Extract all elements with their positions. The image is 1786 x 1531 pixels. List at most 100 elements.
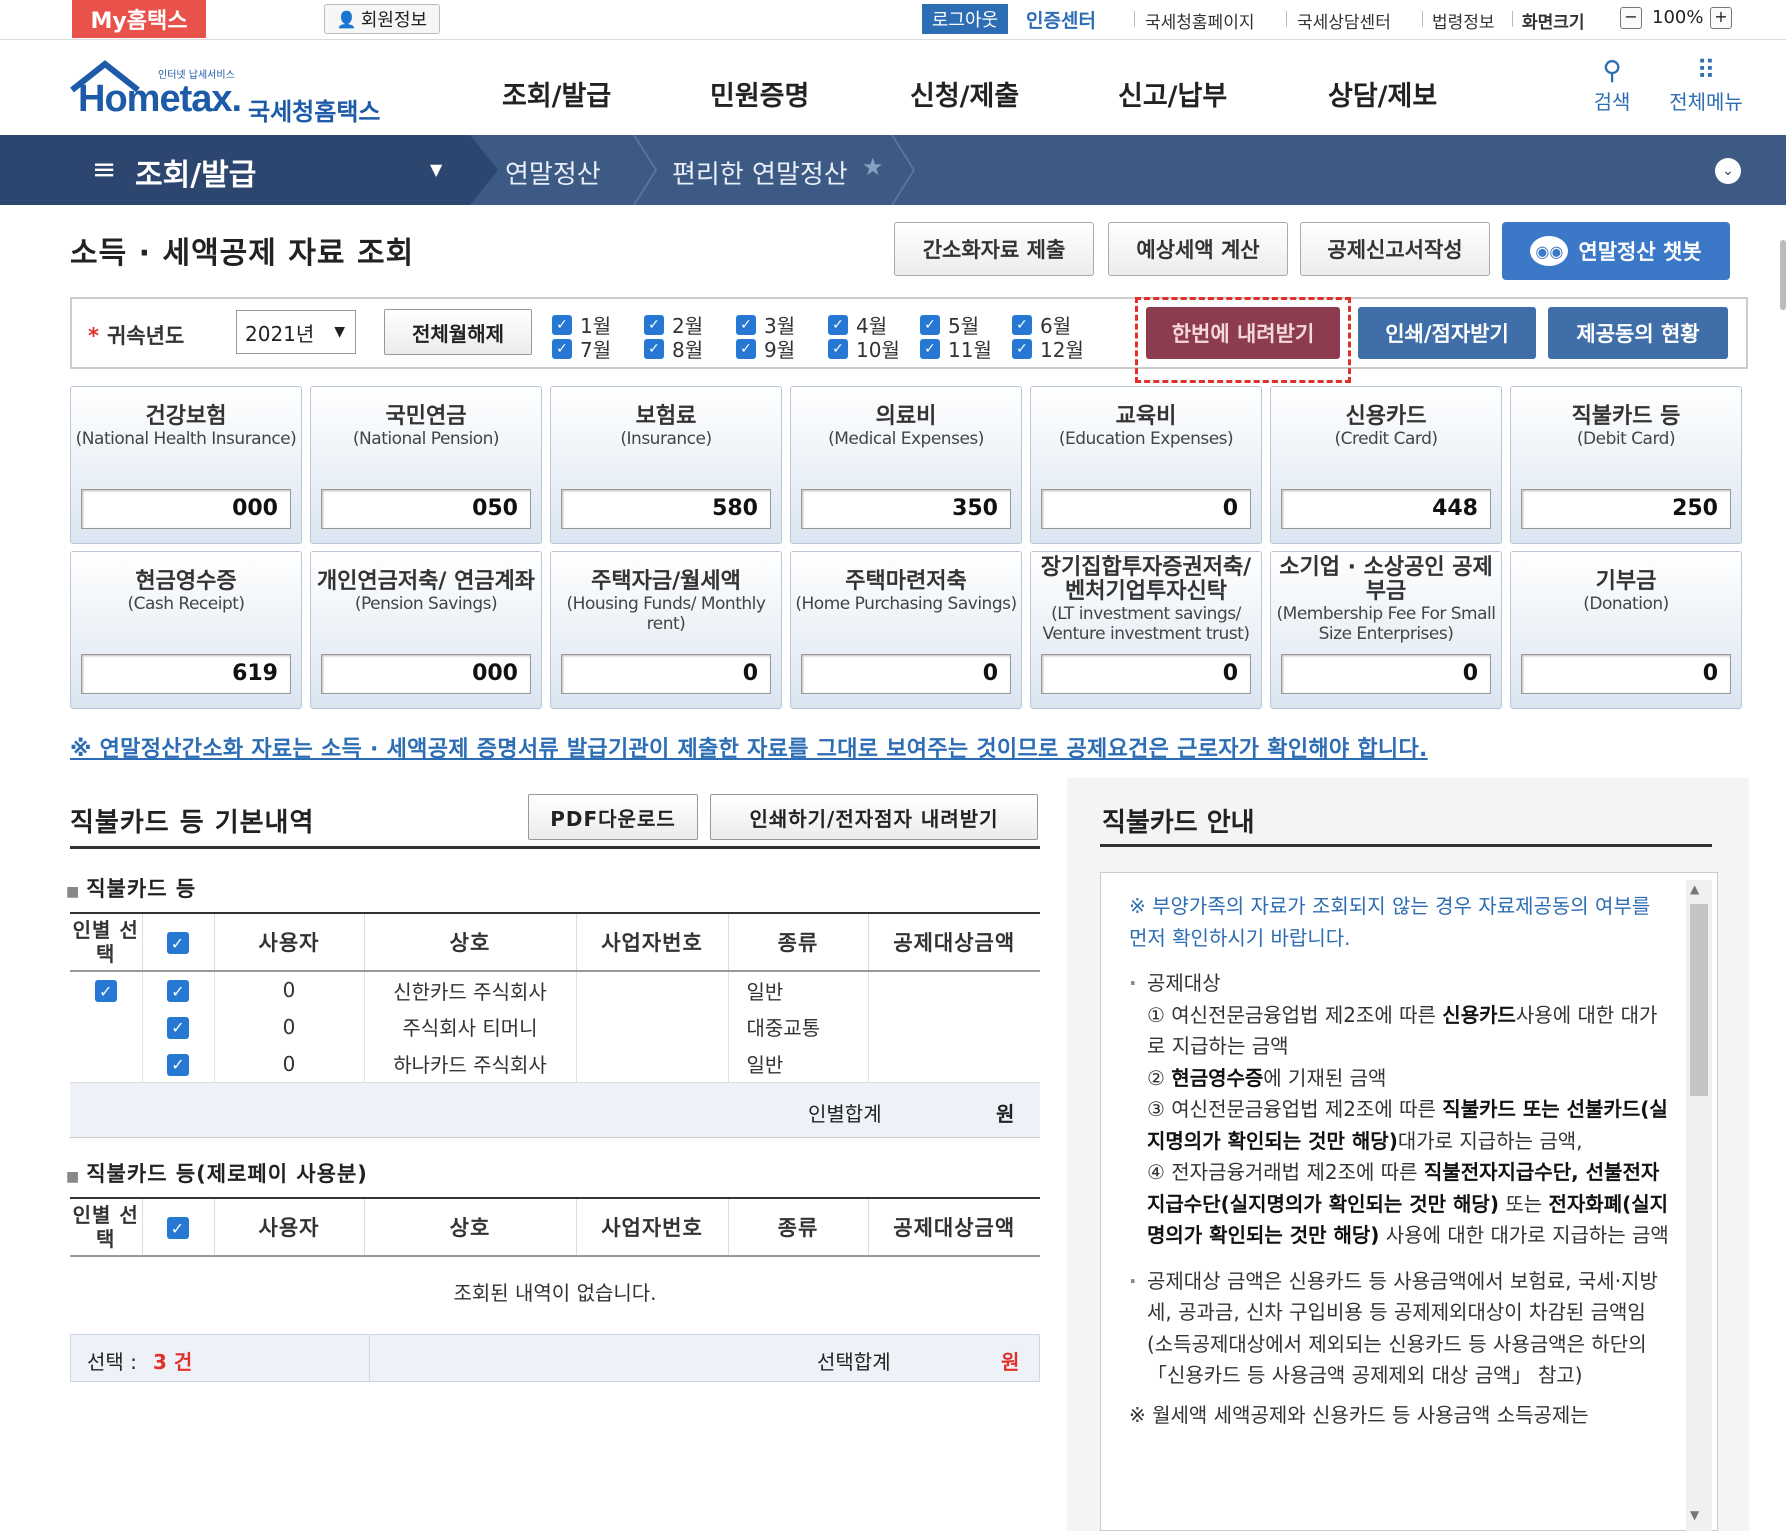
search-button[interactable]: ⚲ 검색 [1572,56,1652,115]
type-cell: 일반 [728,1045,869,1082]
logout-button[interactable]: 로그아웃 [922,4,1008,34]
selected-sum-unit: 원 [1001,1350,1020,1374]
deduction-card[interactable]: 교육비 (Education Expenses) 0 [1030,386,1262,544]
card-amount[interactable]: 448 [1281,489,1491,529]
zoom-out-button[interactable]: − [1620,7,1642,29]
table-row: ✓ 0 주식회사 티머니 대중교통 [70,1008,1040,1045]
year-select-value: 2021년 [245,321,315,346]
card-amount[interactable]: 000 [81,489,291,529]
select-all-checkbox[interactable]: ✓ [142,912,215,972]
gnb-application[interactable]: 신청/제출 [910,74,1019,113]
cert-center-link[interactable]: 인증센터 [1026,6,1096,33]
empty-row: 조회된 내역이 없습니다. [70,1256,1040,1326]
select-all-checkbox[interactable]: ✓ [142,1197,215,1257]
deduction-card[interactable]: 소기업 · 소상공인 공제부금 (Membership Fee For Small… [1270,551,1502,709]
scroll-down-icon[interactable]: ▼ [1690,1508,1699,1522]
nts-homepage-link[interactable]: 국세청홈페이지 [1145,8,1254,33]
print-braille-button[interactable]: 인쇄/점자받기 [1358,307,1536,359]
card-amount[interactable]: 0 [801,654,1011,694]
person-select-checkbox[interactable]: ✓ [70,971,143,1008]
deduction-card[interactable]: 현금영수증 (Cash Receipt) 619 [70,551,302,709]
estimate-tax-button[interactable]: 예상세액 계산 [1108,222,1288,276]
chatbot-button[interactable]: ◉◉ 연말정산 챗봇 [1502,222,1730,280]
month-checkbox-11[interactable]: ✓ 11월 [920,334,992,363]
breadcrumb-separator-icon [891,135,916,205]
my-hometax-button[interactable]: My홈택스 [72,0,206,38]
pdf-download-button[interactable]: PDF다운로드 [528,794,698,840]
deduction-card[interactable]: 개인연금저축/ 연금계좌 (Pension Savings) 000 [310,551,542,709]
deduction-card[interactable]: 보험료 (Insurance) 580 [550,386,782,544]
deduction-card[interactable]: 국민연금 (National Pension) 050 [310,386,542,544]
deduction-card[interactable]: 주택마련저축 (Home Purchasing Savings) 0 [790,551,1022,709]
card-amount[interactable]: 0 [1041,654,1251,694]
gnb-certificate[interactable]: 민원증명 [710,74,809,113]
column-header-user: 사용자 [214,912,365,972]
card-amount[interactable]: 000 [321,654,531,694]
empty-message: 조회된 내역이 없습니다. [453,1281,657,1305]
notice-link[interactable]: ※ 연말정산간소화 자료는 소득 · 세액공제 증명서류 발급기관이 제출한 자… [70,731,1428,763]
guide-content-box[interactable]: ※ 부양가족의 자료가 조회되지 않는 경우 자료제공동의 여부를 먼저 확인하… [1100,872,1718,1531]
month-checkbox-9[interactable]: ✓ 9월 [736,334,795,363]
caret-down-icon[interactable]: ▼ [430,160,442,179]
month-checkbox-7[interactable]: ✓ 7월 [552,334,611,363]
person-icon: 👤 [336,9,357,29]
zoom-in-button[interactable]: + [1710,7,1732,29]
page-scrollbar[interactable] [1780,240,1786,310]
row-checkbox[interactable]: ✓ [142,1008,215,1045]
deduction-card[interactable]: 기부금 (Donation) 0 [1510,551,1742,709]
expand-chevron-icon[interactable]: ⌄ [1715,158,1741,184]
consent-status-button[interactable]: 제공동의 현황 [1548,307,1728,359]
deduction-card[interactable]: 장기집합투자증권저축/ 벤처기업투자신탁 (LT investment savin… [1030,551,1262,709]
deduction-card[interactable]: 직불카드 등 (Debit Card) 250 [1510,386,1742,544]
law-info-link[interactable]: 법령정보 [1432,8,1495,33]
card-subtitle: (Housing Funds/ Monthly rent) [566,594,766,634]
card-amount[interactable]: 350 [801,489,1011,529]
card-amount[interactable]: 0 [561,654,771,694]
print-download-button[interactable]: 인쇄하기/전자점자 내려받기 [710,794,1038,840]
hometax-logo[interactable]: 인터넷 납세서비스 Hometax. 국세청홈택스 [68,52,398,130]
member-info-button[interactable]: 👤 회원정보 [324,4,440,34]
checkbox-checked-icon: ✓ [920,314,940,335]
guide-scroll-thumb[interactable] [1690,904,1708,1096]
scroll-up-icon[interactable]: ▲ [1690,882,1699,896]
deduction-form-button[interactable]: 공제신고서작성 [1300,222,1490,276]
year-select[interactable]: 2021년 ▼ [236,310,356,354]
month-checkbox-12[interactable]: ✓ 12월 [1012,334,1084,363]
card-amount[interactable]: 050 [321,489,531,529]
card-subtitle: (Pension Savings) [354,594,498,614]
deduction-card[interactable]: 건강보험 (National Health Insurance) 000 [70,386,302,544]
deduction-card[interactable]: 신용카드 (Credit Card) 448 [1270,386,1502,544]
all-menu-button[interactable]: ⠿ 전체메뉴 [1666,56,1746,115]
deduction-card[interactable]: 의료비 (Medical Expenses) 350 [790,386,1022,544]
deduction-card[interactable]: 주택자금/월세액 (Housing Funds/ Monthly rent) 0 [550,551,782,709]
breadcrumb-convenient-year-end[interactable]: 편리한 연말정산 [672,154,848,191]
download-all-button[interactable]: 한번에 내려받기 [1146,307,1340,359]
submit-simplified-data-button[interactable]: 간소화자료 제출 [894,222,1094,276]
card-amount[interactable]: 0 [1281,654,1491,694]
card-amount[interactable]: 250 [1521,489,1731,529]
gnb-inquiry[interactable]: 조회/발급 [502,74,611,113]
hamburger-icon[interactable]: ≡ [92,152,116,186]
user-cell: 0 [214,1008,365,1045]
month-checkbox-8[interactable]: ✓ 8월 [644,334,703,363]
month-checkbox-10[interactable]: ✓ 10월 [828,334,900,363]
checkbox-checked-icon: ✓ [644,314,664,335]
card-amount[interactable]: 619 [81,654,291,694]
card-subtitle: (LT investment savings/ Venture investme… [1042,604,1250,644]
card-amount[interactable]: 580 [561,489,771,529]
gnb-tax-filing[interactable]: 신고/납부 [1118,74,1227,113]
card-amount[interactable]: 0 [1521,654,1731,694]
breadcrumb-year-end[interactable]: 연말정산 [505,154,601,191]
row-checkbox[interactable]: ✓ [142,1045,215,1082]
divider [1512,11,1513,27]
gnb-consult[interactable]: 상담/제보 [1328,74,1437,113]
person-sum-label: 인별합계 [808,1102,882,1126]
card-title: 개인연금저축/ 연금계좌 [316,569,536,594]
row-checkbox[interactable]: ✓ [142,971,215,1008]
favorite-star-icon[interactable]: ★ [862,153,884,181]
tax-counsel-link[interactable]: 국세상담센터 [1297,8,1391,33]
shop-cell: 신한카드 주식회사 [364,971,577,1008]
deselect-all-months-button[interactable]: 전체월해제 [384,309,532,355]
card-amount[interactable]: 0 [1041,489,1251,529]
column-header-business-number: 사업자번호 [576,912,729,972]
